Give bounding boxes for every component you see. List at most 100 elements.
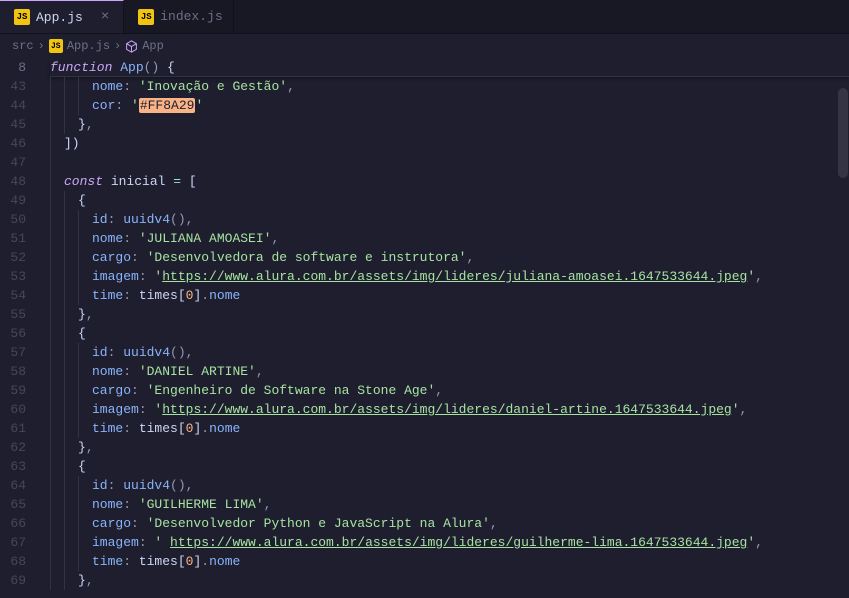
line-content: id: uuidv4(),: [50, 212, 193, 227]
code-line[interactable]: {: [50, 324, 849, 343]
line-number: 53: [0, 267, 26, 286]
indent-guide: [64, 552, 65, 571]
code-line[interactable]: {: [50, 191, 849, 210]
tab-app-js[interactable]: JS App.js ×: [0, 0, 124, 33]
code-line[interactable]: time: times[0].nome: [50, 286, 849, 305]
code-line[interactable]: nome: 'JULIANA AMOASEI',: [50, 229, 849, 248]
line-content: {: [50, 193, 86, 208]
code-line[interactable]: },: [50, 305, 849, 324]
indent-guide: [64, 191, 65, 210]
indent-guide: [64, 210, 65, 229]
close-icon[interactable]: ×: [97, 7, 113, 27]
indent-guide: [50, 134, 51, 153]
indent-guide: [78, 343, 79, 362]
indent-guide: [64, 514, 65, 533]
indent-guide: [64, 419, 65, 438]
code-line[interactable]: id: uuidv4(),: [50, 210, 849, 229]
code-line[interactable]: cargo: 'Desenvolvedora de software e ins…: [50, 248, 849, 267]
breadcrumb-symbol[interactable]: App: [125, 39, 164, 53]
tab-label: index.js: [160, 9, 222, 24]
line-number: 51: [0, 229, 26, 248]
tab-index-js[interactable]: JS index.js: [124, 0, 233, 33]
indent-guide: [78, 362, 79, 381]
tab-label: App.js: [36, 10, 83, 25]
code-line[interactable]: cargo: 'Engenheiro de Software na Stone …: [50, 381, 849, 400]
code-line[interactable]: },: [50, 438, 849, 457]
indent-guide: [78, 514, 79, 533]
indent-guide: [50, 438, 51, 457]
code-line[interactable]: cor: '#FF8A29': [50, 96, 849, 115]
line-number: 67: [0, 533, 26, 552]
code-line[interactable]: [50, 153, 849, 172]
breadcrumb-file[interactable]: JS App.js: [49, 39, 110, 53]
line-number: 44: [0, 96, 26, 115]
indent-guide: [64, 381, 65, 400]
line-content: },: [50, 440, 94, 455]
indent-guide: [50, 362, 51, 381]
indent-guide: [64, 438, 65, 457]
line-number: 8: [0, 58, 26, 77]
indent-guide: [64, 476, 65, 495]
chevron-right-icon: ›: [114, 39, 121, 53]
code-line[interactable]: nome: 'Inovação e Gestão',: [50, 77, 849, 96]
code-line[interactable]: const inicial = [: [50, 172, 849, 191]
indent-guide: [78, 77, 79, 96]
code-line[interactable]: imagem: 'https://www.alura.com.br/assets…: [50, 267, 849, 286]
line-number: 68: [0, 552, 26, 571]
indent-guide: [50, 514, 51, 533]
code-line[interactable]: },: [50, 115, 849, 134]
line-content: {: [50, 459, 86, 474]
code-line[interactable]: imagem: ' https://www.alura.com.br/asset…: [50, 533, 849, 552]
indent-guide: [64, 305, 65, 324]
indent-guide: [50, 419, 51, 438]
line-content: id: uuidv4(),: [50, 345, 193, 360]
line-content: nome: 'GUILHERME LIMA',: [50, 497, 271, 512]
code-line[interactable]: id: uuidv4(),: [50, 476, 849, 495]
line-number: 49: [0, 191, 26, 210]
code-line[interactable]: imagem: 'https://www.alura.com.br/assets…: [50, 400, 849, 419]
indent-guide: [78, 96, 79, 115]
line-number: 47: [0, 153, 26, 172]
line-number: 55: [0, 305, 26, 324]
indent-guide: [64, 267, 65, 286]
line-number: 56: [0, 324, 26, 343]
line-content: function App() {: [50, 60, 175, 75]
code-line[interactable]: id: uuidv4(),: [50, 343, 849, 362]
editor[interactable]: 8434445464748495051525354555657585960616…: [0, 58, 849, 598]
code-line[interactable]: },: [50, 571, 849, 590]
code-line[interactable]: ]): [50, 134, 849, 153]
code-area[interactable]: function App() { nome: 'Inovação e Gestão…: [38, 58, 849, 598]
indent-guide: [78, 476, 79, 495]
indent-guide: [50, 457, 51, 476]
indent-guide: [64, 77, 65, 96]
indent-guide: [50, 153, 51, 172]
line-number: 59: [0, 381, 26, 400]
code-line[interactable]: cargo: 'Desenvolvedor Python e JavaScrip…: [50, 514, 849, 533]
indent-guide: [50, 552, 51, 571]
line-number: 43: [0, 77, 26, 96]
code-line[interactable]: nome: 'GUILHERME LIMA',: [50, 495, 849, 514]
line-number: 60: [0, 400, 26, 419]
vertical-scrollbar[interactable]: [837, 58, 849, 598]
indent-guide: [64, 400, 65, 419]
indent-guide: [64, 324, 65, 343]
indent-guide: [78, 381, 79, 400]
line-content: id: uuidv4(),: [50, 478, 193, 493]
indent-guide: [78, 210, 79, 229]
line-number: 48: [0, 172, 26, 191]
scrollbar-thumb[interactable]: [838, 88, 848, 178]
code-line[interactable]: time: times[0].nome: [50, 552, 849, 571]
code-line[interactable]: time: times[0].nome: [50, 419, 849, 438]
line-content: cor: '#FF8A29': [50, 98, 203, 113]
code-line[interactable]: function App() {: [50, 58, 849, 77]
indent-guide: [78, 267, 79, 286]
breadcrumb-src[interactable]: src: [12, 39, 34, 53]
line-number: 52: [0, 248, 26, 267]
line-content: imagem: ' https://www.alura.com.br/asset…: [50, 535, 763, 550]
code-line[interactable]: {: [50, 457, 849, 476]
code-line[interactable]: nome: 'DANIEL ARTINE',: [50, 362, 849, 381]
line-content: nome: 'DANIEL ARTINE',: [50, 364, 264, 379]
line-number: 64: [0, 476, 26, 495]
line-number: 61: [0, 419, 26, 438]
line-number: 46: [0, 134, 26, 153]
